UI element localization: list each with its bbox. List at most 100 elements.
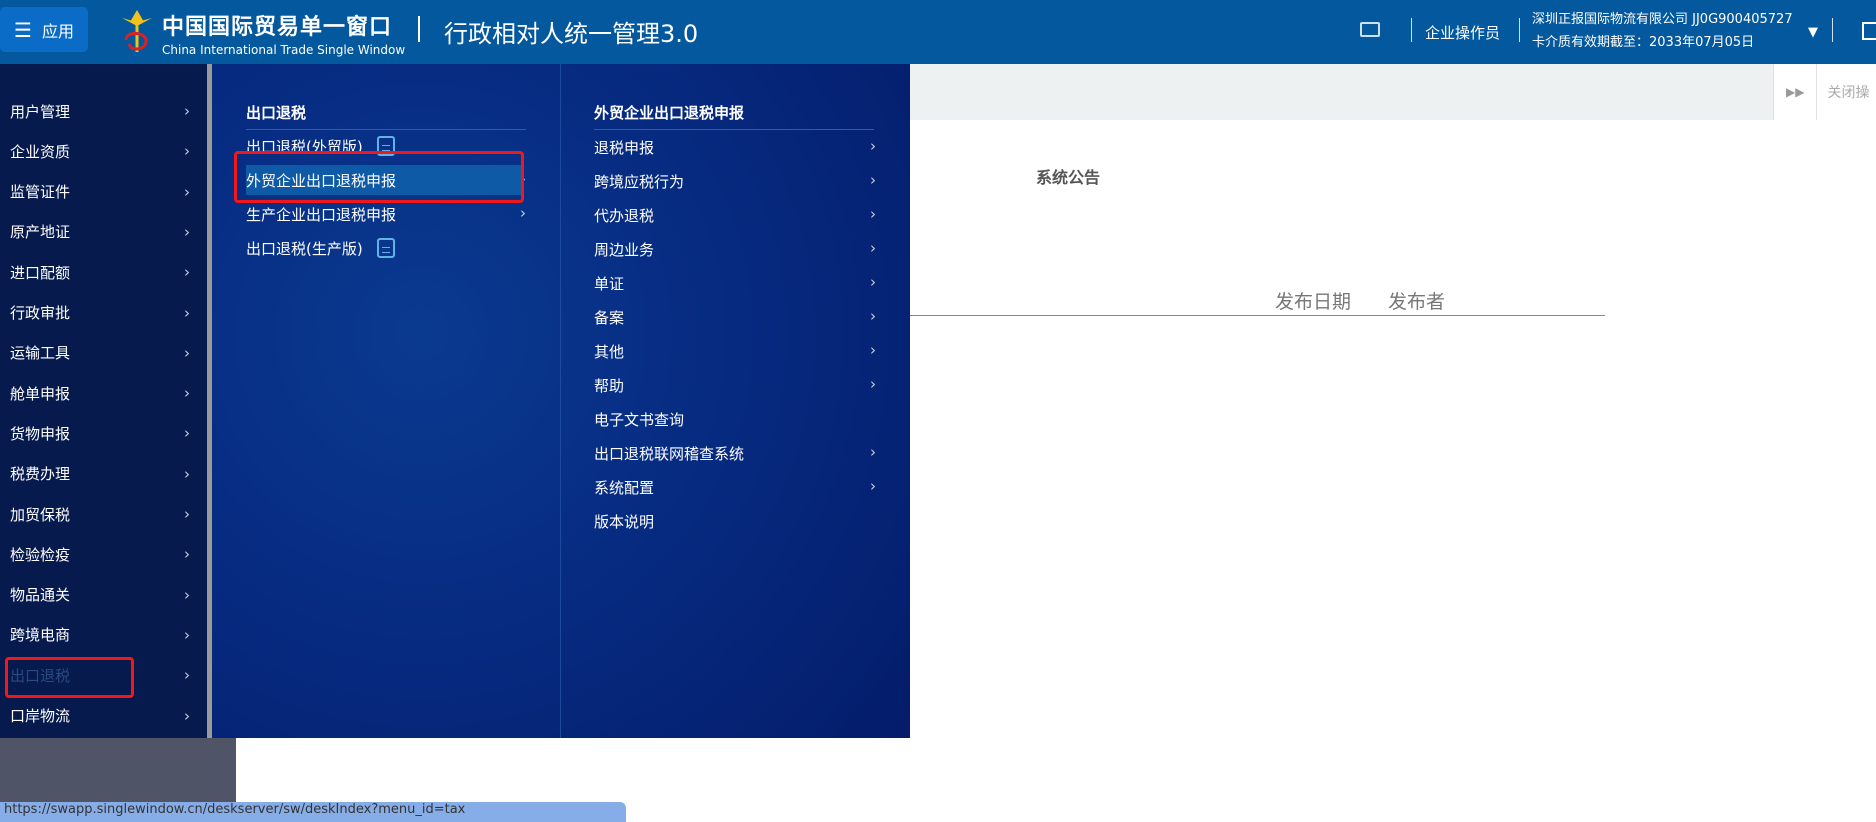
submenu-item[interactable]: 出口退税(生产版) bbox=[246, 233, 395, 263]
column-date: 发布日期 bbox=[1275, 291, 1352, 313]
submenu-item-label: 周边业务 bbox=[594, 240, 655, 259]
submenu-item[interactable]: 退税申报 bbox=[594, 132, 874, 162]
mail-icon[interactable] bbox=[1360, 22, 1380, 37]
chevron-right-icon: › bbox=[870, 273, 876, 291]
highlight-box bbox=[5, 657, 134, 698]
sidebar-item[interactable]: 加贸保税 › bbox=[10, 499, 190, 529]
scroll-tabs-icon[interactable]: ▶▶ bbox=[1786, 85, 1804, 99]
chevron-right-icon: › bbox=[184, 464, 190, 483]
submenu-item-label: 其他 bbox=[594, 342, 625, 361]
chevron-right-icon: › bbox=[870, 443, 876, 461]
sidebar-item[interactable]: 企业资质 › bbox=[10, 136, 190, 166]
book-icon bbox=[376, 238, 395, 258]
chevron-right-icon: › bbox=[184, 102, 190, 120]
submenu-item-label: 备案 bbox=[594, 308, 625, 327]
submenu-item[interactable]: 出口退税联网稽查系统 bbox=[594, 438, 874, 468]
sidebar-item-label: 加贸保税 bbox=[10, 505, 71, 524]
sidebar-item-label: 运输工具 bbox=[10, 344, 71, 363]
submenu-item-label: 生产企业出口退税申报 bbox=[246, 205, 397, 224]
submenu-item-label: 退税申报 bbox=[594, 138, 655, 157]
user-info[interactable]: 深圳正报国际物流有限公司 JJ0G900405727 卡介质有效期截至：2033… bbox=[1532, 8, 1793, 54]
divider bbox=[1411, 18, 1412, 42]
chevron-right-icon: › bbox=[184, 666, 190, 685]
chevron-right-icon: › bbox=[870, 477, 876, 495]
sidebar-item[interactable]: 舱单申报 › bbox=[10, 378, 190, 408]
sidebar-item[interactable]: 进口配额 › bbox=[10, 257, 190, 287]
highlight-box bbox=[234, 151, 524, 203]
submenu-item-label: 帮助 bbox=[594, 376, 625, 395]
divider bbox=[418, 16, 420, 42]
close-tabs-button[interactable]: 关闭操 bbox=[1827, 82, 1869, 102]
submenu-item[interactable]: 电子文书查询 bbox=[594, 404, 874, 434]
chevron-right-icon: › bbox=[184, 182, 190, 201]
status-url: https://swapp.singlewindow.cn/deskserver… bbox=[0, 802, 626, 822]
sidebar-item-label: 进口配额 bbox=[10, 263, 71, 282]
chevron-right-icon: › bbox=[184, 545, 190, 564]
brand: 中国国际贸易单一窗口 China International Trade Sin… bbox=[162, 15, 406, 57]
submenu-item[interactable]: 跨境应税行为 bbox=[594, 166, 874, 196]
system-title: 行政相对人统一管理3.0 bbox=[444, 20, 699, 48]
chevron-right-icon: › bbox=[184, 222, 190, 241]
submenu-item-label: 系统配置 bbox=[594, 478, 655, 497]
chevron-right-icon: › bbox=[184, 424, 190, 443]
sidebar-item-label: 用户管理 bbox=[10, 102, 71, 121]
column-publisher: 发布者 bbox=[1388, 291, 1446, 313]
col1-title: 出口退税 bbox=[246, 102, 526, 130]
submenu-item[interactable]: 生产企业出口退税申报 bbox=[246, 199, 396, 229]
user-dropdown-icon[interactable]: ▼ bbox=[1808, 0, 1818, 64]
submenu-item-label: 出口退税(生产版) bbox=[246, 239, 363, 258]
sidebar-item[interactable]: 跨境电商 › bbox=[10, 620, 190, 650]
sidebar-item-label: 原产地证 bbox=[10, 223, 71, 242]
column-divider bbox=[560, 64, 561, 738]
sidebar-item-label: 检验检疫 bbox=[10, 545, 71, 564]
sidebar-item[interactable]: 物品通关 › bbox=[10, 580, 190, 610]
chevron-right-icon: › bbox=[870, 137, 876, 155]
divider bbox=[1832, 18, 1833, 42]
sidebar-item-label: 舱单申报 bbox=[10, 384, 71, 403]
chevron-right-icon: › bbox=[870, 341, 876, 359]
submenu-item-label: 跨境应税行为 bbox=[594, 172, 685, 191]
chevron-right-icon: › bbox=[184, 625, 190, 644]
tab-bar bbox=[910, 64, 1876, 120]
chevron-right-icon: › bbox=[870, 375, 876, 393]
chevron-right-icon: › bbox=[184, 263, 190, 282]
sidebar-item[interactable]: 检验检疫 › bbox=[10, 539, 190, 569]
logout-icon[interactable] bbox=[1862, 22, 1876, 40]
sidebar-item-label: 跨境电商 bbox=[10, 626, 71, 645]
col2-title: 外贸企业出口退税申报 bbox=[594, 102, 874, 130]
divider bbox=[1519, 18, 1520, 42]
submenu-item[interactable]: 版本说明 bbox=[594, 506, 874, 536]
sidebar-item[interactable]: 口岸物流 › bbox=[10, 701, 190, 731]
submenu-item[interactable]: 周边业务 bbox=[594, 234, 874, 264]
chevron-right-icon: › bbox=[184, 142, 190, 161]
submenu-item[interactable]: 其他 bbox=[594, 336, 874, 366]
role-label: 企业操作员 bbox=[1425, 23, 1501, 42]
chevron-right-icon: › bbox=[870, 171, 876, 189]
chevron-right-icon: › bbox=[184, 384, 190, 403]
sidebar-item[interactable]: 原产地证 › bbox=[10, 217, 190, 247]
chevron-right-icon: › bbox=[870, 239, 876, 257]
sidebar-item[interactable]: 货物申报 › bbox=[10, 418, 190, 448]
chevron-right-icon: › bbox=[184, 585, 190, 604]
hamburger-icon: ☰ bbox=[14, 17, 32, 42]
table-header-line bbox=[910, 315, 1605, 316]
submenu-item[interactable]: 帮助 bbox=[594, 370, 874, 400]
chevron-right-icon: › bbox=[184, 505, 190, 523]
submenu-item[interactable]: 代办退税 bbox=[594, 200, 874, 230]
sidebar-item[interactable]: 监管证件 › bbox=[10, 177, 190, 207]
chevron-right-icon: › bbox=[184, 706, 190, 725]
submenu-item[interactable]: 单证 bbox=[594, 268, 874, 298]
sidebar-item[interactable]: 运输工具 › bbox=[10, 338, 190, 368]
sidebar-item[interactable]: 税费办理 › bbox=[10, 459, 190, 489]
sidebar-item-label: 行政审批 bbox=[10, 304, 71, 322]
sidebar-item-label: 物品通关 bbox=[10, 586, 71, 605]
sidebar-footer bbox=[0, 738, 236, 802]
submenu-item[interactable]: 备案 bbox=[594, 302, 874, 332]
submenu-item[interactable]: 系统配置 bbox=[594, 472, 874, 502]
sidebar-item[interactable]: 行政审批 › bbox=[10, 298, 190, 328]
app-menu-button[interactable]: ☰ 应用 bbox=[0, 7, 88, 52]
sidebar-item[interactable]: 用户管理 › bbox=[10, 96, 190, 126]
chevron-right-icon: › bbox=[184, 343, 190, 362]
submenu-item-label: 单证 bbox=[594, 274, 625, 293]
chevron-right-icon: › bbox=[870, 307, 876, 325]
